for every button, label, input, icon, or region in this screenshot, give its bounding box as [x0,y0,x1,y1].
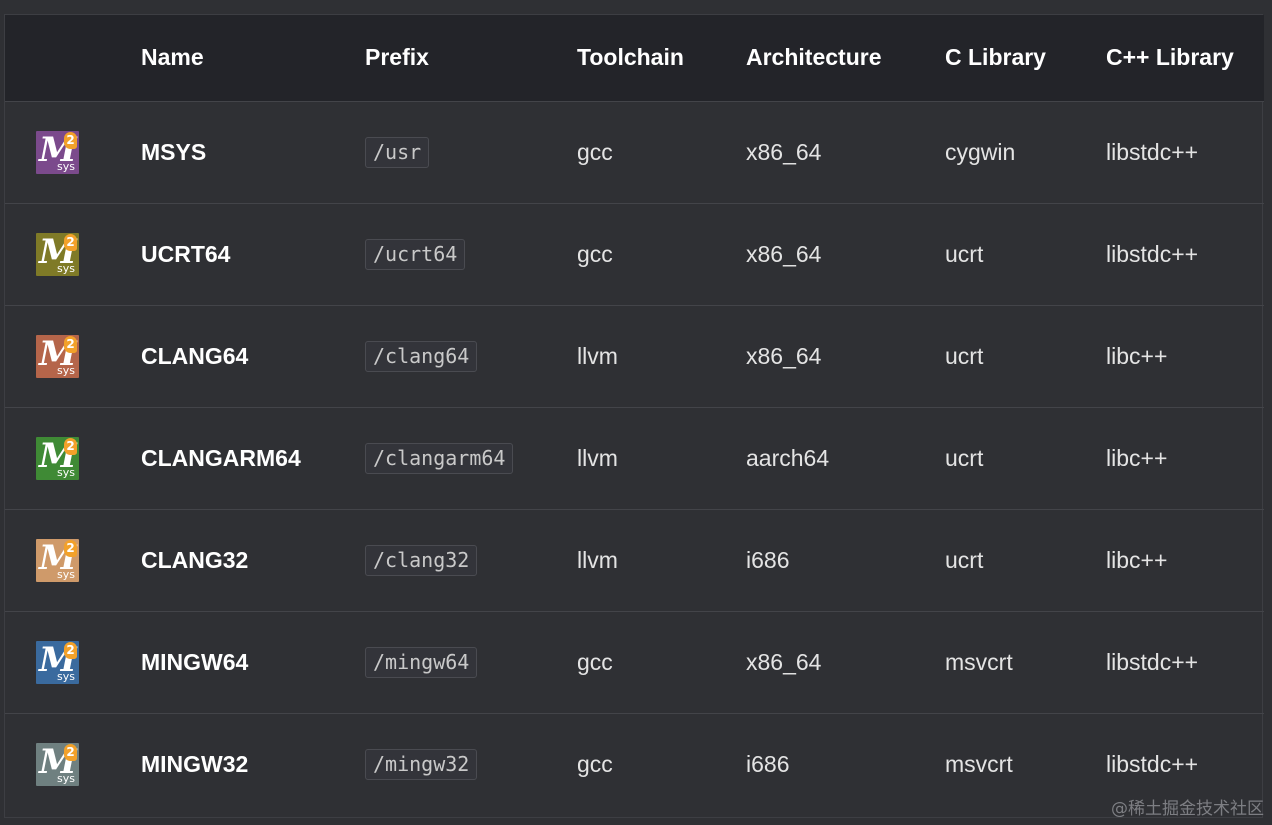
logo-badge: 2 [64,539,77,557]
header-prefix: Prefix [365,44,429,71]
env-name: UCRT64 [141,240,231,267]
header-name: Name [141,44,204,71]
env-prefix: /mingw32 [365,748,478,780]
env-prefix: /clang64 [365,340,478,372]
env-cpp-library: libstdc++ [1106,648,1199,675]
env-architecture: x86_64 [746,138,822,165]
env-prefix-cell: /usr [365,101,577,203]
logo-badge: 2 [64,335,77,353]
env-c-library: msvcrt [945,750,1013,777]
env-prefix-cell: /ucrt64 [365,203,577,305]
env-toolchain: llvm [577,342,618,369]
msys2-logo-icon: M 2 sys [36,436,79,480]
header-toolchain: Toolchain [577,44,684,71]
env-toolchain: gcc [577,240,613,267]
env-prefix: /mingw64 [365,646,478,678]
env-cpp-library: libc++ [1106,444,1168,471]
env-architecture: i686 [746,546,790,573]
logo-sub: sys [57,159,75,173]
env-c-library: msvcrt [945,648,1013,675]
logo-sub: sys [57,669,75,683]
env-architecture: x86_64 [746,648,822,675]
env-prefix-cell: /clang64 [365,305,577,407]
environments-table-container: Name Prefix Toolchain Architecture C Lib… [4,14,1264,818]
env-prefix-cell: /clang32 [365,509,577,611]
msys2-logo-icon: M 2 sys [36,334,79,378]
table-row: M 2 sys MSYS/usr gcc x86_64 cygwin libstdc++ [5,101,1264,203]
msys2-logo-icon: M 2 sys [36,130,79,174]
env-toolchain: gcc [577,138,613,165]
env-architecture: i686 [746,750,790,777]
env-c-library: ucrt [945,546,984,573]
env-prefix: /usr [365,136,430,168]
env-c-library: cygwin [945,138,1016,165]
environments-table: Name Prefix Toolchain Architecture C Lib… [5,15,1264,815]
env-icon-cell: M 2 sys [5,713,141,815]
msys2-logo-icon: M 2 sys [36,232,79,276]
env-name: MINGW32 [141,750,249,777]
watermark: @稀土掘金技术社区 [1111,799,1264,819]
table-body: M 2 sys MSYS/usr gcc x86_64 cygwin libstdc++ M 2 s… [5,101,1264,815]
header-cpp-library: C++ Library [1106,44,1234,71]
table-row: M 2 sys CLANGARM64/clangarm64 llvm aarch64 ucr… [5,407,1264,509]
header-architecture: Architecture [746,44,882,71]
table-row: M 2 sys UCRT64/ucrt64 gcc x86_64 ucrt libstdc++ [5,203,1264,305]
env-toolchain: llvm [577,546,618,573]
logo-sub: sys [57,363,75,377]
env-icon-cell: M 2 sys [5,203,141,305]
env-c-library: ucrt [945,240,984,267]
env-name: CLANGARM64 [141,444,301,471]
env-toolchain: gcc [577,648,613,675]
msys2-logo-icon: M 2 sys [36,640,79,684]
env-c-library: ucrt [945,444,984,471]
table-row: M 2 sys CLANG64/clang64 llvm x86_64 ucrt libc++ [5,305,1264,407]
msys2-logo-icon: M 2 sys [36,742,79,786]
table-row: M 2 sys MINGW32/mingw32 gcc i686 msvcrt libstdc… [5,713,1264,815]
env-architecture: aarch64 [746,444,830,471]
env-prefix: /ucrt64 [365,238,466,270]
env-prefix: /clang32 [365,544,478,576]
env-cpp-library: libstdc++ [1106,240,1199,267]
env-name: CLANG32 [141,546,249,573]
logo-badge: 2 [64,233,77,251]
env-prefix: /clangarm64 [365,442,514,474]
env-toolchain: gcc [577,750,613,777]
table-header: Name Prefix Toolchain Architecture C Lib… [5,15,1264,101]
env-prefix-cell: /clangarm64 [365,407,577,509]
env-toolchain: llvm [577,444,618,471]
env-icon-cell: M 2 sys [5,611,141,713]
table-row: M 2 sys MINGW64/mingw64 gcc x86_64 msvcrt libst… [5,611,1264,713]
env-prefix-cell: /mingw64 [365,611,577,713]
env-c-library: ucrt [945,342,984,369]
env-cpp-library: libc++ [1106,546,1168,573]
env-prefix-cell: /mingw32 [365,713,577,815]
header-c-library: C Library [945,44,1046,71]
env-name: MINGW64 [141,648,249,675]
msys2-logo-icon: M 2 sys [36,538,79,582]
env-architecture: x86_64 [746,240,822,267]
env-icon-cell: M 2 sys [5,509,141,611]
logo-sub: sys [57,465,75,479]
env-icon-cell: M 2 sys [5,407,141,509]
logo-sub: sys [57,771,75,785]
logo-badge: 2 [64,641,77,659]
env-name: MSYS [141,138,207,165]
env-name: CLANG64 [141,342,249,369]
env-cpp-library: libstdc++ [1106,138,1199,165]
logo-badge: 2 [64,131,77,149]
logo-badge: 2 [64,743,77,761]
logo-sub: sys [57,567,75,581]
table-row: M 2 sys CLANG32/clang32 llvm i686 ucrt libc++ [5,509,1264,611]
logo-badge: 2 [64,437,77,455]
logo-sub: sys [57,261,75,275]
env-architecture: x86_64 [746,342,822,369]
header-row: Name Prefix Toolchain Architecture C Lib… [5,15,1264,101]
env-icon-cell: M 2 sys [5,305,141,407]
env-icon-cell: M 2 sys [5,101,141,203]
header-icon [5,15,141,101]
env-cpp-library: libc++ [1106,342,1168,369]
